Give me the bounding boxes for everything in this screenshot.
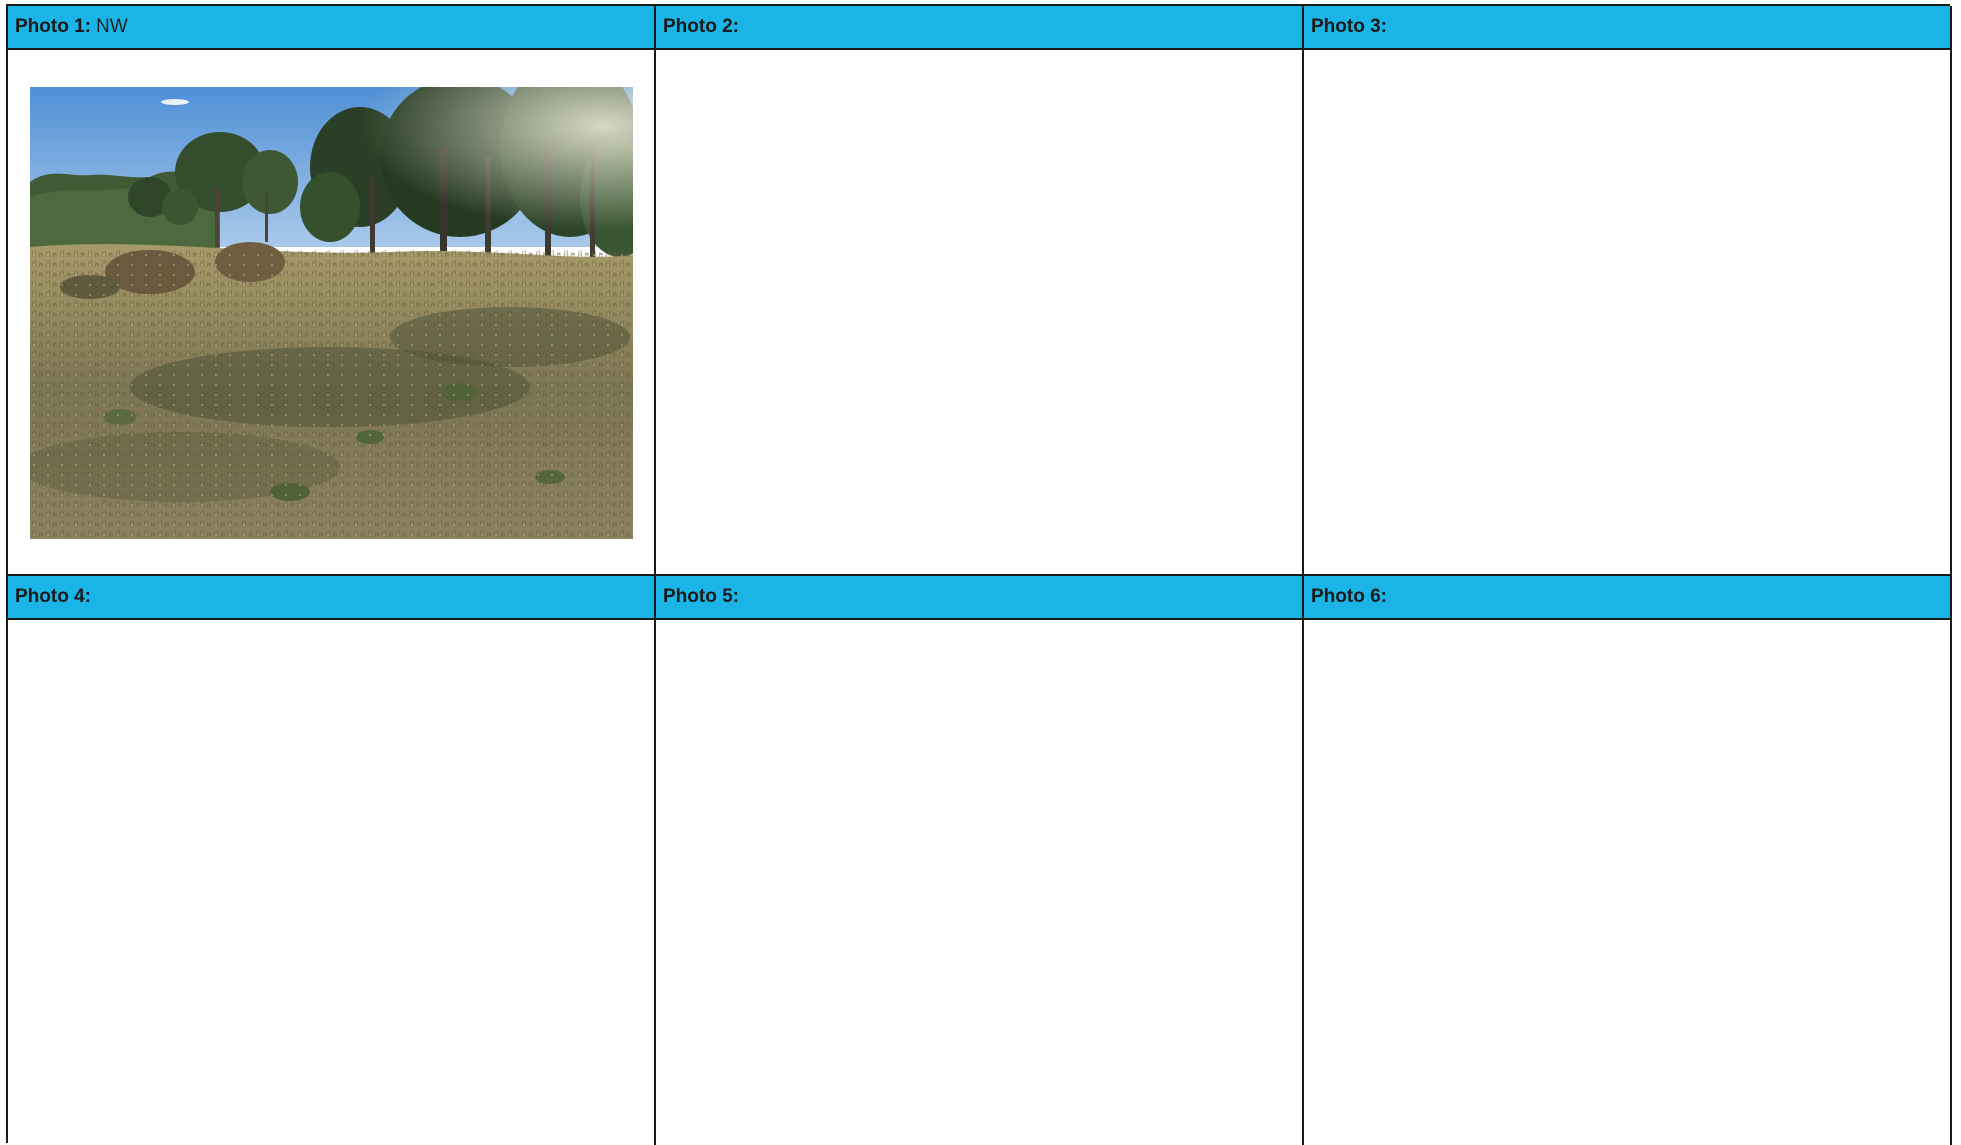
photo-header-5: Photo 5:: [656, 576, 1302, 620]
photo-cell-1: Photo 1: NW: [8, 6, 656, 576]
photo-cell-5: Photo 5:: [656, 576, 1304, 1145]
photo-label-4: Photo 4:: [15, 586, 91, 607]
photo-header-3: Photo 3:: [1304, 6, 1950, 50]
photo-image-1: [30, 87, 633, 539]
photo-label-2: Photo 2:: [663, 16, 739, 37]
photo-header-2: Photo 2:: [656, 6, 1302, 50]
photo-label-1: Photo 1:: [15, 16, 91, 37]
photo-cell-3: Photo 3:: [1304, 6, 1952, 576]
photo-sheet: Photo 1: NW Photo 2: Photo 3: Photo 4: P…: [0, 0, 1961, 1145]
photo-header-1: Photo 1: NW: [8, 6, 654, 50]
photo-cell-6: Photo 6:: [1304, 576, 1952, 1145]
photo-header-4: Photo 4:: [8, 576, 654, 620]
photo-cell-2: Photo 2:: [656, 6, 1304, 576]
photo-header-6: Photo 6:: [1304, 576, 1950, 620]
photo-grid: Photo 1: NW Photo 2: Photo 3: Photo 4: P…: [6, 4, 1952, 1145]
photo-cell-4: Photo 4:: [8, 576, 656, 1145]
photo-label-5: Photo 5:: [663, 586, 739, 607]
photo-label-6: Photo 6:: [1311, 586, 1387, 607]
landscape-photo-icon: [30, 87, 633, 539]
photo-direction-1: NW: [96, 16, 128, 37]
photo-label-3: Photo 3:: [1311, 16, 1387, 37]
